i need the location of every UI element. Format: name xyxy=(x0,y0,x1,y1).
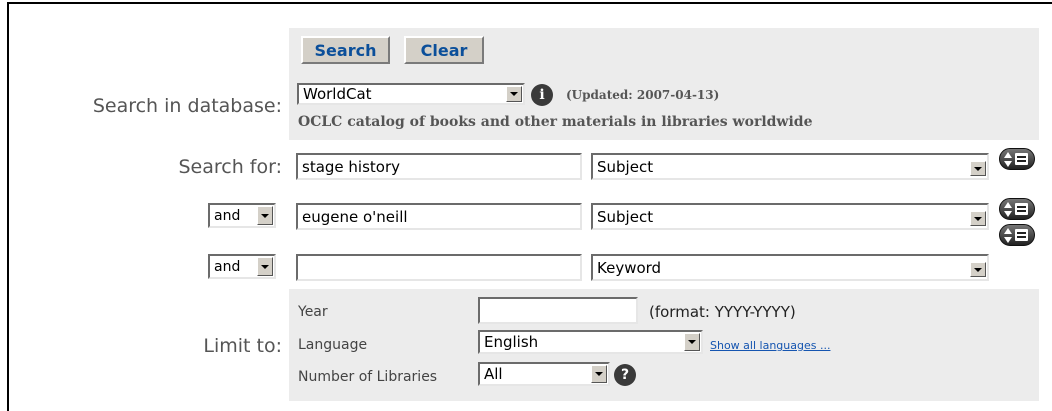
year-input[interactable] xyxy=(478,297,638,324)
search-index-select-2[interactable]: Subject xyxy=(591,203,989,230)
chevron-down-icon[interactable] xyxy=(970,211,986,226)
more-options-icon[interactable] xyxy=(999,198,1035,220)
operator-value-2: and xyxy=(214,207,241,224)
more-options-icon[interactable] xyxy=(999,148,1035,170)
chevron-down-icon[interactable] xyxy=(970,161,986,176)
libraries-value: All xyxy=(484,365,503,383)
database-updated: (Updated: 2007-04-13) xyxy=(566,88,720,102)
search-term-value-2: eugene o'neill xyxy=(302,207,408,226)
search-term-input-2[interactable]: eugene o'neill xyxy=(296,203,582,230)
search-index-select-1[interactable]: Subject xyxy=(591,153,989,180)
chevron-down-icon[interactable] xyxy=(506,86,522,102)
clear-button[interactable]: Clear xyxy=(404,36,484,64)
year-format-hint: (format: YYYY-YYYY) xyxy=(649,303,796,321)
chevron-down-icon[interactable] xyxy=(970,262,986,277)
database-select[interactable]: WorldCat xyxy=(297,83,525,105)
chevron-down-icon[interactable] xyxy=(684,333,700,351)
search-index-value-3: Keyword xyxy=(597,258,662,277)
search-term-input-1[interactable]: stage history xyxy=(296,153,582,180)
operator-value-3: and xyxy=(214,258,241,275)
show-all-languages-link[interactable]: Show all languages ... xyxy=(710,339,830,352)
operator-select-2[interactable]: and xyxy=(208,203,276,228)
libraries-label: Number of Libraries xyxy=(298,369,438,385)
help-icon[interactable]: ? xyxy=(614,364,636,386)
chevron-down-icon[interactable] xyxy=(257,206,273,225)
limit-to-label: Limit to: xyxy=(203,335,282,357)
search-for-label: Search for: xyxy=(178,156,282,178)
chevron-down-icon[interactable] xyxy=(257,257,273,276)
language-label: Language xyxy=(298,337,368,353)
more-options-icon[interactable] xyxy=(999,224,1035,246)
search-button[interactable]: Search xyxy=(301,36,390,64)
info-icon[interactable]: i xyxy=(531,84,553,106)
year-label: Year xyxy=(298,304,328,320)
language-value: English xyxy=(484,333,539,351)
database-select-value: WorldCat xyxy=(303,85,372,103)
search-index-value-2: Subject xyxy=(597,207,654,226)
language-select[interactable]: English xyxy=(478,330,703,354)
database-label: Search in database: xyxy=(92,95,282,117)
search-term-input-3[interactable] xyxy=(296,254,582,281)
search-index-select-3[interactable]: Keyword xyxy=(591,254,989,281)
search-index-value-1: Subject xyxy=(597,157,654,176)
chevron-down-icon[interactable] xyxy=(591,365,607,383)
libraries-select[interactable]: All xyxy=(478,362,610,386)
search-term-value-1: stage history xyxy=(302,157,400,176)
database-description: OCLC catalog of books and other material… xyxy=(298,114,813,130)
operator-select-3[interactable]: and xyxy=(208,254,276,279)
